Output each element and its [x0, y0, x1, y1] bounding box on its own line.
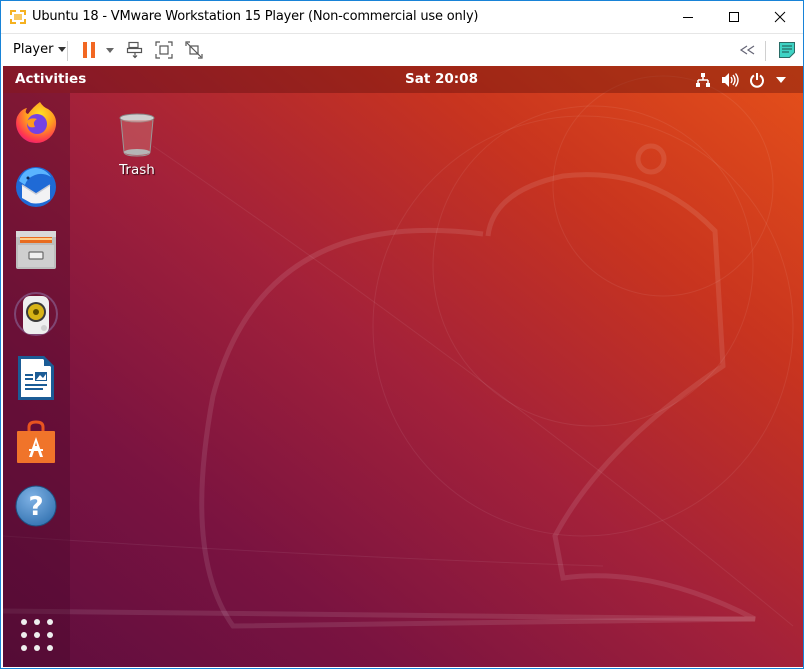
- vmware-player-window: Ubuntu 18 - VMware Workstation 15 Player…: [0, 0, 804, 669]
- volume-icon: [722, 73, 739, 87]
- pause-icon: [83, 42, 87, 58]
- svg-text:?: ?: [28, 492, 43, 522]
- pause-icon-bar: [91, 42, 95, 58]
- fullscreen-icon: [155, 41, 173, 59]
- dock-item-rhythmbox[interactable]: [11, 289, 61, 339]
- pause-button[interactable]: [81, 39, 97, 61]
- rhythmbox-icon: [14, 292, 58, 336]
- unity-button[interactable]: [184, 39, 204, 61]
- sticky-note-icon: [779, 42, 795, 58]
- trash-icon: [119, 113, 155, 157]
- close-button[interactable]: [757, 1, 803, 33]
- pause-options-button[interactable]: [104, 39, 116, 61]
- dock-item-ubuntu-software[interactable]: [11, 417, 61, 467]
- apps-grid-dot: [47, 619, 53, 625]
- close-icon: [774, 11, 786, 23]
- full-screen-button[interactable]: [154, 39, 174, 61]
- collapse-toolbar-button[interactable]: [737, 39, 757, 61]
- player-toolbar: Player: [1, 33, 803, 65]
- desktop-icon-trash[interactable]: Trash: [103, 110, 171, 182]
- send-ctrl-alt-del-button[interactable]: [125, 39, 145, 61]
- vm-display[interactable]: Activities Sat 20:08 ? Trash: [3, 66, 803, 667]
- activities-button[interactable]: Activities: [15, 71, 86, 87]
- vmware-logo-icon: [10, 10, 26, 24]
- clock-button[interactable]: Sat 20:08: [405, 71, 478, 87]
- apps-grid-icon: [21, 619, 27, 625]
- dock-item-libreoffice-writer[interactable]: [11, 353, 61, 403]
- chevron-down-icon: [106, 47, 114, 53]
- player-menu-label: Player: [13, 42, 54, 57]
- firefox-icon: [16, 102, 57, 144]
- apps-grid-dot: [21, 632, 27, 638]
- toolbar-divider: [67, 41, 68, 61]
- apps-grid-dot: [34, 645, 40, 651]
- power-icon: [750, 73, 764, 88]
- chevron-down-icon: [776, 77, 786, 83]
- gnome-top-bar: Activities Sat 20:08: [3, 66, 803, 93]
- ubuntu-dock: ?: [3, 93, 70, 667]
- chevron-down-icon: [58, 47, 67, 52]
- desktop-icon-label: Trash: [119, 162, 155, 178]
- toolbar-divider: [765, 41, 766, 61]
- unity-icon: [185, 41, 203, 59]
- notes-button[interactable]: [777, 39, 797, 61]
- software-icon: [17, 420, 55, 463]
- player-menu-button[interactable]: Player: [13, 42, 67, 57]
- dock-item-thunderbird[interactable]: [11, 161, 61, 211]
- window-title: Ubuntu 18 - VMware Workstation 15 Player…: [32, 9, 479, 24]
- maximize-button[interactable]: [711, 1, 757, 33]
- send-keys-icon: [126, 41, 143, 59]
- network-icon: [696, 73, 710, 87]
- thunderbird-icon: [16, 167, 56, 207]
- apps-grid-dot: [47, 632, 53, 638]
- files-icon: [16, 231, 56, 269]
- apps-grid-dot: [34, 619, 40, 625]
- dock-item-help[interactable]: ?: [11, 481, 61, 531]
- system-tray-menu[interactable]: [695, 70, 787, 90]
- apps-grid-dot: [34, 632, 40, 638]
- help-icon: ?: [15, 485, 57, 527]
- maximize-icon: [729, 12, 739, 22]
- title-bar: Ubuntu 18 - VMware Workstation 15 Player…: [1, 1, 803, 33]
- minimize-icon: [683, 17, 693, 18]
- apps-grid-dot: [21, 645, 27, 651]
- dock-item-firefox[interactable]: [11, 97, 61, 147]
- dock-item-files[interactable]: [11, 225, 61, 275]
- minimize-button[interactable]: [665, 1, 711, 33]
- double-chevron-left-icon: [739, 45, 755, 55]
- writer-icon: [18, 356, 54, 400]
- apps-grid-dot: [47, 645, 53, 651]
- show-applications-button[interactable]: [19, 617, 55, 653]
